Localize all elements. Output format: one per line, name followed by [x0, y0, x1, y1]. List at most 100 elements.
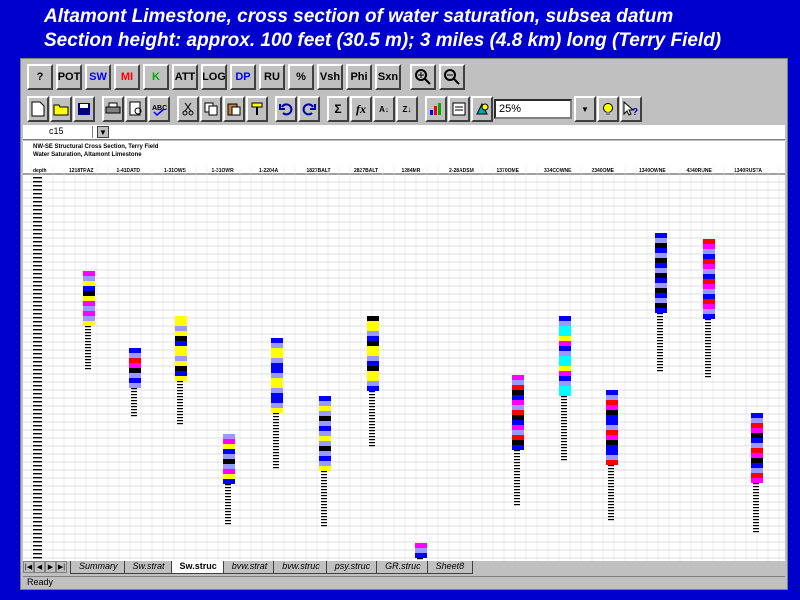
att-button[interactable]: ATT: [172, 64, 198, 90]
function-wizard-icon[interactable]: fx: [350, 96, 372, 122]
sw-cell: [559, 391, 571, 396]
sw-cell: [703, 249, 715, 254]
percent-button[interactable]: %: [288, 64, 314, 90]
worksheet[interactable]: NW-SE Structural Cross Section, Terry Fi…: [23, 141, 785, 561]
spelling-icon[interactable]: ABC: [148, 96, 170, 122]
tab-summary[interactable]: Summary: [70, 561, 127, 574]
sw-cell: [223, 439, 235, 444]
sw-cell: [512, 385, 524, 390]
chevron-down-icon[interactable]: ▼: [574, 96, 596, 122]
sw-cell: [175, 326, 187, 331]
pot-button[interactable]: POT: [56, 64, 82, 90]
sw-cell: [655, 268, 667, 273]
sw-cell: [655, 273, 667, 278]
print-preview-icon[interactable]: [125, 96, 147, 122]
tab-sheet8[interactable]: Sheet8: [426, 561, 474, 574]
chart-wizard-icon[interactable]: [425, 96, 447, 122]
sort-descending-icon[interactable]: Z↓: [396, 96, 418, 122]
undo-icon[interactable]: [275, 96, 297, 122]
redo-icon[interactable]: [298, 96, 320, 122]
sw-cell: [223, 469, 235, 474]
sw-cell: [271, 378, 283, 383]
log-button[interactable]: LOG: [201, 64, 227, 90]
next-sheet-icon[interactable]: ▶: [45, 561, 56, 573]
sw-cell: [175, 346, 187, 351]
context-help-icon[interactable]: ?: [620, 96, 642, 122]
sw-cell: [703, 309, 715, 314]
prev-sheet-icon[interactable]: ◀: [34, 561, 45, 573]
sw-cell: [703, 299, 715, 304]
zoom-in-icon[interactable]: [410, 64, 436, 90]
sw-cell: [83, 291, 95, 296]
print-icon[interactable]: [102, 96, 124, 122]
sw-cell: [175, 356, 187, 361]
paste-icon[interactable]: [223, 96, 245, 122]
drawing-icon[interactable]: [471, 96, 493, 122]
sw-cell: [319, 461, 331, 466]
sw-cell: [319, 396, 331, 401]
sw-cell: [223, 479, 235, 484]
ru-button[interactable]: RU: [259, 64, 285, 90]
sw-cell: [606, 440, 618, 445]
sw-cell: [751, 473, 763, 478]
zoom-select[interactable]: 25%: [494, 99, 572, 119]
sw-cell: [271, 338, 283, 343]
save-icon[interactable]: [73, 96, 95, 122]
sw-cell: [751, 448, 763, 453]
help-button[interactable]: ?: [27, 64, 53, 90]
well-header: 2827BALT: [354, 168, 378, 174]
sw-cell: [271, 363, 283, 368]
open-folder-icon[interactable]: [50, 96, 72, 122]
sw-cell: [319, 416, 331, 421]
cut-icon[interactable]: [177, 96, 199, 122]
sw-cell: [83, 296, 95, 301]
well-header: 1-41DATD: [117, 168, 141, 174]
sw-cell: [703, 264, 715, 269]
sw-cell: [655, 308, 667, 313]
sw-cell: [271, 388, 283, 393]
sw-cell: [606, 410, 618, 415]
sw-cell: [512, 390, 524, 395]
phi-button[interactable]: Phi: [346, 64, 372, 90]
slide-title-line-1: Altamont Limestone, cross section of wat…: [44, 6, 674, 27]
name-box-dropdown-icon[interactable]: ▼: [97, 126, 109, 138]
sw-cell: [129, 348, 141, 353]
mi-button[interactable]: MI: [114, 64, 140, 90]
sxn-button[interactable]: Sxn: [375, 64, 401, 90]
sw-cell: [175, 336, 187, 341]
sw-cell: [512, 400, 524, 405]
tip-wizard-icon[interactable]: [597, 96, 619, 122]
first-sheet-icon[interactable]: |◀: [23, 561, 34, 573]
sw-cell: [606, 405, 618, 410]
tab-gr-struc[interactable]: GR.struc: [376, 561, 430, 574]
sw-cell: [512, 440, 524, 445]
name-box[interactable]: c15: [27, 126, 93, 138]
tab-bvw-strat[interactable]: bvw.strat: [222, 561, 277, 574]
zoom-out-icon[interactable]: [439, 64, 465, 90]
sw-cell: [83, 306, 95, 311]
sw-cell: [175, 366, 187, 371]
sw-cell: [512, 435, 524, 440]
sw-button[interactable]: SW: [85, 64, 111, 90]
sw-cell: [655, 293, 667, 298]
format-painter-icon[interactable]: [246, 96, 268, 122]
text-box-icon[interactable]: [448, 96, 470, 122]
sw-cell: [751, 438, 763, 443]
sw-cell: [559, 326, 571, 331]
tab-sw-strat[interactable]: Sw.strat: [123, 561, 174, 574]
autosum-icon[interactable]: Σ: [327, 96, 349, 122]
tab-bvw-struc[interactable]: bvw.struc: [273, 561, 329, 574]
tab-psy-struc[interactable]: psy.struc: [325, 561, 380, 574]
sw-cell: [223, 464, 235, 469]
copy-icon[interactable]: [200, 96, 222, 122]
vsh-button[interactable]: Vsh: [317, 64, 343, 90]
k-button[interactable]: K: [143, 64, 169, 90]
sort-ascending-icon[interactable]: A↓: [373, 96, 395, 122]
well-header: 1284MR: [402, 168, 421, 174]
sw-cell: [606, 445, 618, 450]
dp-button[interactable]: DP: [230, 64, 256, 90]
new-file-icon[interactable]: [27, 96, 49, 122]
tab-sw-struc[interactable]: Sw.struc: [170, 561, 226, 574]
sw-cell: [271, 343, 283, 348]
last-sheet-icon[interactable]: ▶|: [56, 561, 67, 573]
